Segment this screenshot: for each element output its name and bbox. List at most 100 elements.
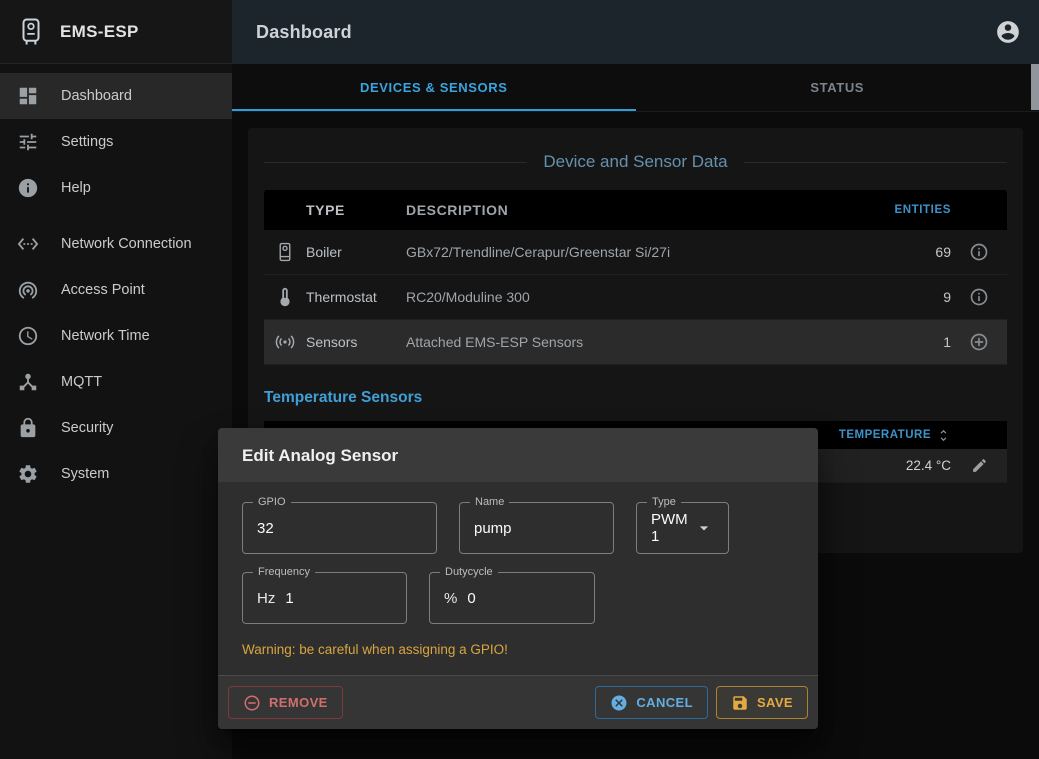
dutycycle-field-label: Dutycycle bbox=[440, 566, 498, 579]
divider bbox=[744, 162, 1007, 163]
gpio-warning-text: Warning: be careful when assigning a GPI… bbox=[242, 642, 794, 657]
type-select[interactable]: Type PWM 1 bbox=[636, 502, 729, 554]
name-field-value: pump bbox=[474, 520, 512, 537]
unfold-more-icon bbox=[936, 428, 951, 443]
sidebar-item-security[interactable]: Security bbox=[0, 405, 232, 451]
device-description: GBx72/Trendline/Cerapur/Greenstar Si/27i bbox=[406, 244, 861, 260]
sidebar-item-help[interactable]: Help bbox=[0, 165, 232, 211]
sidebar-item-label: Network Time bbox=[61, 328, 150, 344]
frequency-unit: Hz bbox=[257, 590, 275, 607]
device-description: RC20/Moduline 300 bbox=[406, 289, 861, 305]
name-field[interactable]: Name pump bbox=[459, 502, 614, 554]
sidebar-item-label: Help bbox=[61, 180, 91, 196]
device-hub-icon bbox=[17, 371, 39, 393]
tab-label: STATUS bbox=[810, 80, 864, 95]
dutycycle-unit: % bbox=[444, 590, 457, 607]
thermostat-icon bbox=[264, 286, 306, 308]
boiler-icon bbox=[264, 241, 306, 263]
sidebar-item-label: Access Point bbox=[61, 282, 145, 298]
dutycycle-field-value: 0 bbox=[467, 590, 475, 607]
info-icon[interactable] bbox=[969, 242, 989, 262]
ems-esp-app: EMS-ESP Dashboard Settings Help bbox=[0, 0, 1039, 759]
device-type: Thermostat bbox=[306, 289, 406, 305]
divider bbox=[264, 162, 527, 163]
section-title-text: Device and Sensor Data bbox=[543, 152, 727, 172]
gear-icon bbox=[17, 463, 39, 485]
device-type: Boiler bbox=[306, 244, 406, 260]
sidebar-item-label: Settings bbox=[61, 134, 113, 150]
temperature-sensors-heading: Temperature Sensors bbox=[264, 389, 1007, 407]
cancel-button[interactable]: CANCEL bbox=[595, 686, 708, 719]
frequency-field[interactable]: Frequency Hz 1 bbox=[242, 572, 407, 624]
account-circle-icon[interactable] bbox=[995, 19, 1021, 45]
sidebar-item-label: Network Connection bbox=[61, 236, 192, 252]
sidebar: EMS-ESP Dashboard Settings Help bbox=[0, 0, 232, 759]
lock-icon bbox=[17, 417, 39, 439]
sidebar-item-mqtt[interactable]: MQTT bbox=[0, 359, 232, 405]
col-description: DESCRIPTION bbox=[406, 202, 861, 218]
sidebar-item-settings[interactable]: Settings bbox=[0, 119, 232, 165]
sidebar-item-label: MQTT bbox=[61, 374, 102, 390]
device-table-header: TYPE DESCRIPTION ENTITIES bbox=[264, 190, 1007, 230]
tune-icon bbox=[17, 131, 39, 153]
tab-label: DEVICES & SENSORS bbox=[360, 80, 507, 95]
device-row-thermostat[interactable]: Thermostat RC20/Moduline 300 9 bbox=[264, 275, 1007, 320]
device-entities: 9 bbox=[861, 289, 951, 305]
device-entities: 1 bbox=[861, 334, 951, 350]
info-icon[interactable] bbox=[969, 287, 989, 307]
tab-devices-sensors[interactable]: DEVICES & SENSORS bbox=[232, 64, 636, 111]
menu-divider bbox=[0, 211, 232, 221]
name-field-label: Name bbox=[470, 496, 509, 509]
type-select-label: Type bbox=[647, 496, 681, 509]
save-button[interactable]: SAVE bbox=[716, 686, 808, 719]
frequency-field-value: 1 bbox=[285, 590, 293, 607]
device-type: Sensors bbox=[306, 334, 406, 350]
info-icon bbox=[17, 177, 39, 199]
wifi-tethering-icon bbox=[17, 279, 39, 301]
app-logo-header: EMS-ESP bbox=[0, 0, 232, 64]
dialog-body: GPIO 32 Name pump Type PWM 1 Frequenc bbox=[218, 482, 818, 657]
dialog-actions: REMOVE CANCEL SAVE bbox=[218, 675, 818, 729]
type-select-value: PWM 1 bbox=[651, 511, 694, 545]
tab-bar: DEVICES & SENSORS STATUS bbox=[232, 64, 1039, 112]
device-row-sensors[interactable]: Sensors Attached EMS-ESP Sensors 1 bbox=[264, 320, 1007, 365]
sidebar-item-access-point[interactable]: Access Point bbox=[0, 267, 232, 313]
chevron-down-icon bbox=[694, 518, 714, 538]
sidebar-item-network-time[interactable]: Network Time bbox=[0, 313, 232, 359]
gpio-field-label: GPIO bbox=[253, 496, 291, 509]
gpio-field[interactable]: GPIO 32 bbox=[242, 502, 437, 554]
dutycycle-field[interactable]: Dutycycle % 0 bbox=[429, 572, 595, 624]
col-type: TYPE bbox=[306, 202, 406, 218]
device-entities: 69 bbox=[861, 244, 951, 260]
sidebar-item-label: Security bbox=[61, 420, 113, 436]
sidebar-item-dashboard[interactable]: Dashboard bbox=[0, 73, 232, 119]
sensors-icon bbox=[264, 331, 306, 353]
sidebar-menu: Dashboard Settings Help Network Connecti bbox=[0, 64, 232, 497]
appbar: Dashboard bbox=[232, 0, 1039, 64]
col-temperature: TEMPERATURE bbox=[839, 429, 931, 441]
dialog-title: Edit Analog Sensor bbox=[218, 428, 818, 482]
sidebar-item-label: Dashboard bbox=[61, 88, 132, 104]
tab-status[interactable]: STATUS bbox=[636, 64, 1039, 111]
settings-ethernet-icon bbox=[17, 233, 39, 255]
section-title: Device and Sensor Data bbox=[264, 152, 1007, 172]
device-table: TYPE DESCRIPTION ENTITIES bbox=[264, 190, 1007, 365]
sidebar-item-system[interactable]: System bbox=[0, 451, 232, 497]
sidebar-item-network-connection[interactable]: Network Connection bbox=[0, 221, 232, 267]
remove-circle-icon bbox=[243, 694, 261, 712]
sidebar-item-label: System bbox=[61, 466, 109, 482]
frequency-field-label: Frequency bbox=[253, 566, 315, 579]
clock-icon bbox=[17, 325, 39, 347]
page-title: Dashboard bbox=[256, 22, 995, 43]
boiler-logo-icon bbox=[16, 17, 46, 47]
device-row-boiler[interactable]: Boiler GBx72/Trendline/Cerapur/Greenstar… bbox=[264, 230, 1007, 275]
remove-button[interactable]: REMOVE bbox=[228, 686, 343, 719]
gpio-field-value: 32 bbox=[257, 520, 274, 537]
save-icon bbox=[731, 694, 749, 712]
edit-icon[interactable] bbox=[971, 457, 988, 474]
edit-analog-sensor-dialog: Edit Analog Sensor GPIO 32 Name pump Typ… bbox=[218, 428, 818, 729]
add-circle-icon[interactable] bbox=[969, 332, 989, 352]
app-title: EMS-ESP bbox=[60, 22, 139, 42]
device-description: Attached EMS-ESP Sensors bbox=[406, 334, 861, 350]
scrollbar[interactable] bbox=[1031, 64, 1039, 110]
